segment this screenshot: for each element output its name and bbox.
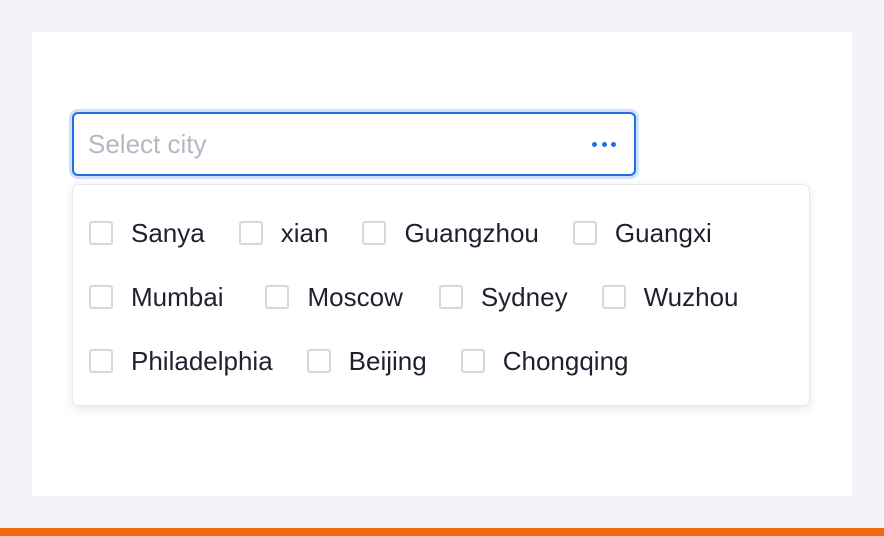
- option-label: Sanya: [131, 218, 205, 248]
- option-wuzhou[interactable]: Wuzhou: [601, 281, 739, 313]
- option-sanya[interactable]: Sanya: [89, 217, 205, 249]
- option-label: Moscow: [307, 282, 403, 312]
- option-sydney[interactable]: Sydney: [438, 281, 568, 313]
- checkbox[interactable]: [438, 285, 463, 309]
- options-row-2: Mumbai Moscow Sydney Wuzhou: [89, 277, 739, 317]
- options-row-1: Sanya xian Guangzhou Guangxi: [89, 213, 712, 253]
- option-beijing[interactable]: Beijing: [306, 345, 427, 377]
- checkbox[interactable]: [238, 221, 263, 245]
- option-label: Sydney: [480, 282, 568, 312]
- option-moscow[interactable]: Moscow: [265, 281, 403, 313]
- checkbox[interactable]: [265, 285, 290, 309]
- checkbox[interactable]: [89, 221, 113, 245]
- option-label: Wuzhou: [643, 282, 739, 312]
- bottom-accent-bar: [0, 528, 884, 536]
- option-label: Philadelphia: [131, 346, 273, 376]
- option-label: Guangxi: [614, 218, 712, 248]
- checkbox[interactable]: [306, 349, 331, 373]
- city-options-dropdown: Sanya xian Guangzhou Guangxi Mumbai Mosc…: [72, 184, 810, 406]
- city-select[interactable]: [72, 112, 636, 176]
- checkbox[interactable]: [362, 221, 387, 245]
- city-select-input[interactable]: [88, 128, 568, 160]
- checkbox[interactable]: [89, 285, 113, 309]
- options-row-3: Philadelphia Beijing Chongqing: [89, 341, 629, 381]
- option-label: xian: [280, 218, 329, 248]
- option-guangxi[interactable]: Guangxi: [572, 217, 712, 249]
- checkbox[interactable]: [572, 221, 597, 245]
- option-label: Beijing: [348, 346, 427, 376]
- option-xian[interactable]: xian: [238, 217, 329, 249]
- option-label: Mumbai: [131, 282, 224, 312]
- more-horizontal-icon[interactable]: [592, 142, 616, 148]
- checkbox[interactable]: [460, 349, 485, 373]
- option-label: Chongqing: [502, 346, 629, 376]
- more-dot: [592, 142, 597, 147]
- checkbox[interactable]: [601, 285, 626, 309]
- option-philadelphia[interactable]: Philadelphia: [89, 345, 273, 377]
- more-dot: [611, 142, 616, 147]
- option-chongqing[interactable]: Chongqing: [460, 345, 629, 377]
- content-card: Sanya xian Guangzhou Guangxi Mumbai: [32, 32, 852, 496]
- checkbox[interactable]: [89, 349, 113, 373]
- more-dot: [601, 142, 607, 147]
- option-guangzhou[interactable]: Guangzhou: [362, 217, 539, 249]
- option-mumbai[interactable]: Mumbai: [89, 281, 223, 313]
- option-label: Guangzhou: [404, 218, 539, 248]
